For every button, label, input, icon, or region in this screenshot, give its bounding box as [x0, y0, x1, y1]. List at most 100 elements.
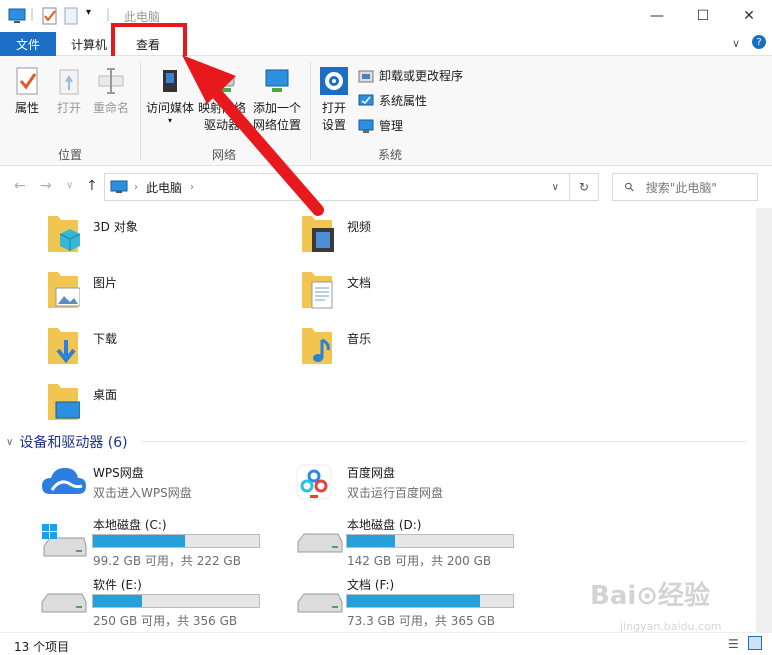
watermark-logo: Bai⊙经验: [590, 581, 711, 611]
folder-music[interactable]: 音乐: [254, 324, 494, 372]
downloads-folder-icon: [48, 328, 78, 364]
network-group-label: 网络: [212, 148, 237, 162]
computer-icon: [110, 180, 128, 193]
drive-e[interactable]: 软件 (E:) 250 GB 可用，共 356 GB: [0, 576, 260, 628]
drive-usage-fill: [93, 535, 185, 547]
manage-button[interactable]: 管理: [358, 117, 403, 134]
devices-section-title: 设备和驱动器 (6): [19, 435, 128, 451]
customize-toolbar-icon[interactable]: ▾: [86, 7, 91, 18]
folder-desktop[interactable]: 桌面: [0, 380, 240, 428]
add-network-location-button[interactable]: 添加一个 网络位置: [250, 66, 304, 134]
expand-ribbon-icon[interactable]: ∨: [732, 37, 740, 50]
manage-label: 管理: [379, 119, 404, 133]
baidu-netdisk-icon: [296, 464, 332, 500]
add-location-label-1: 添加一个: [252, 101, 301, 115]
drive-usage-fill: [93, 595, 143, 607]
properties-icon: [16, 67, 38, 95]
breadcrumb[interactable]: 此电脑: [146, 179, 182, 196]
refresh-button[interactable]: ↻: [569, 173, 599, 201]
network-drive-icon: [209, 75, 235, 92]
folder-name: 音乐: [347, 332, 372, 346]
address-bar[interactable]: › 此电脑 › ∨: [104, 173, 570, 201]
system-properties-button[interactable]: 系统属性: [358, 92, 427, 109]
drive-usage-bar: [92, 594, 260, 608]
drive-subtitle: 250 GB 可用，共 356 GB: [93, 614, 238, 628]
folder-videos[interactable]: 视频: [254, 212, 494, 260]
drive-c[interactable]: 本地磁盘 (C:) 99.2 GB 可用，共 222 GB: [0, 516, 260, 568]
devices-section-header[interactable]: ∨ 设备和驱动器 (6): [6, 432, 128, 452]
details-view-icon[interactable]: ☰: [728, 637, 739, 651]
ribbon: 属性 打开 重命名 位置 访问媒体 ▾ 映射网络 驱动器 添加一个 网络位置 网…: [0, 56, 772, 166]
breadcrumb-chevron-icon[interactable]: ›: [134, 182, 138, 193]
music-folder-icon: [302, 328, 332, 364]
tab-computer[interactable]: 计算机: [62, 32, 116, 56]
map-network-drive-button[interactable]: 映射网络 驱动器: [196, 66, 248, 134]
back-arrow-icon[interactable]: ←: [14, 178, 26, 194]
location-group-label: 位置: [58, 148, 83, 162]
forward-arrow-icon[interactable]: →: [40, 178, 52, 194]
large-icons-view-icon[interactable]: [748, 636, 762, 650]
refresh-icon: ↻: [578, 180, 590, 194]
collapse-chevron-icon[interactable]: ∨: [6, 437, 13, 448]
access-media-button[interactable]: 访问媒体 ▾: [144, 66, 196, 125]
minimize-button[interactable]: —: [634, 0, 680, 32]
drive-usage-bar: [92, 534, 260, 548]
vertical-scrollbar[interactable]: [756, 208, 772, 632]
drive-name: 文档 (F:): [347, 578, 395, 592]
desktop-folder-icon: [48, 384, 80, 420]
folder-3d-objects[interactable]: 3D 对象: [0, 212, 240, 260]
watermark-url: jingyan.baidu.com: [620, 620, 722, 633]
open-button[interactable]: 打开: [52, 66, 86, 117]
group-divider: [140, 62, 141, 160]
rename-icon: [98, 68, 124, 94]
maximize-button[interactable]: ☐: [680, 0, 726, 32]
folder-name: 3D 对象: [93, 220, 138, 234]
drive-subtitle: 双击进入WPS网盘: [93, 486, 192, 500]
new-folder-quick-icon[interactable]: [64, 7, 78, 25]
folder-pictures[interactable]: 图片: [0, 268, 240, 316]
up-arrow-icon[interactable]: ↑: [86, 178, 98, 194]
folder-name: 文档: [347, 276, 372, 290]
drive-name: 百度网盘: [347, 466, 396, 480]
open-settings-button[interactable]: 打开 设置: [316, 66, 352, 134]
recent-locations-icon[interactable]: ∨: [66, 180, 73, 191]
folder-documents[interactable]: 文档: [254, 268, 494, 316]
breadcrumb-chevron-icon[interactable]: ›: [190, 182, 194, 193]
close-button[interactable]: ✕: [726, 0, 772, 32]
properties-quick-icon[interactable]: [42, 7, 58, 25]
separator: |: [106, 7, 111, 21]
search-input[interactable]: 搜索"此电脑": [646, 179, 717, 196]
drive-name: 软件 (E:): [93, 578, 142, 592]
search-box[interactable]: ⚲ 搜索"此电脑": [612, 173, 758, 201]
programs-icon: [358, 70, 374, 82]
content-area: 3D 对象 视频 图片 文档 下载 音乐 桌面 ∨ 设备和驱动器 (6) WPS…: [0, 208, 756, 632]
network-location-icon: [265, 69, 289, 92]
drive-d[interactable]: 本地磁盘 (D:) 142 GB 可用，共 200 GB: [254, 516, 514, 568]
uninstall-program-button[interactable]: 卸载或更改程序: [358, 67, 463, 84]
help-icon[interactable]: ?: [752, 35, 766, 49]
drive-name: 本地磁盘 (C:): [93, 518, 167, 532]
drive-wps-cloud[interactable]: WPS网盘 双击进入WPS网盘: [0, 464, 250, 514]
settings-label-2: 设置: [321, 118, 346, 132]
map-drive-label-1: 映射网络: [197, 101, 246, 115]
hard-drive-icon: [297, 533, 343, 553]
rename-button[interactable]: 重命名: [90, 66, 132, 117]
open-icon: [59, 69, 79, 95]
properties-button[interactable]: 属性: [10, 66, 44, 117]
drive-subtitle: 双击运行百度网盘: [347, 486, 444, 500]
address-dropdown-icon[interactable]: ∨: [552, 182, 559, 193]
folder-name: 桌面: [93, 388, 118, 402]
tab-file[interactable]: 文件: [0, 32, 56, 56]
open-label: 打开: [56, 101, 81, 115]
folder-downloads[interactable]: 下载: [0, 324, 240, 372]
gear-icon: [320, 67, 348, 95]
drive-baidu-netdisk[interactable]: 百度网盘 双击运行百度网盘: [254, 464, 504, 514]
drive-f[interactable]: 文档 (F:) 73.3 GB 可用，共 365 GB: [254, 576, 514, 628]
system-properties-label: 系统属性: [379, 94, 428, 108]
drive-usage-bar: [346, 534, 514, 548]
settings-label-1: 打开: [321, 101, 346, 115]
drive-subtitle: 73.3 GB 可用，共 365 GB: [347, 614, 495, 628]
section-divider: [142, 441, 746, 442]
manage-icon: [358, 119, 374, 133]
separator: |: [30, 7, 35, 21]
